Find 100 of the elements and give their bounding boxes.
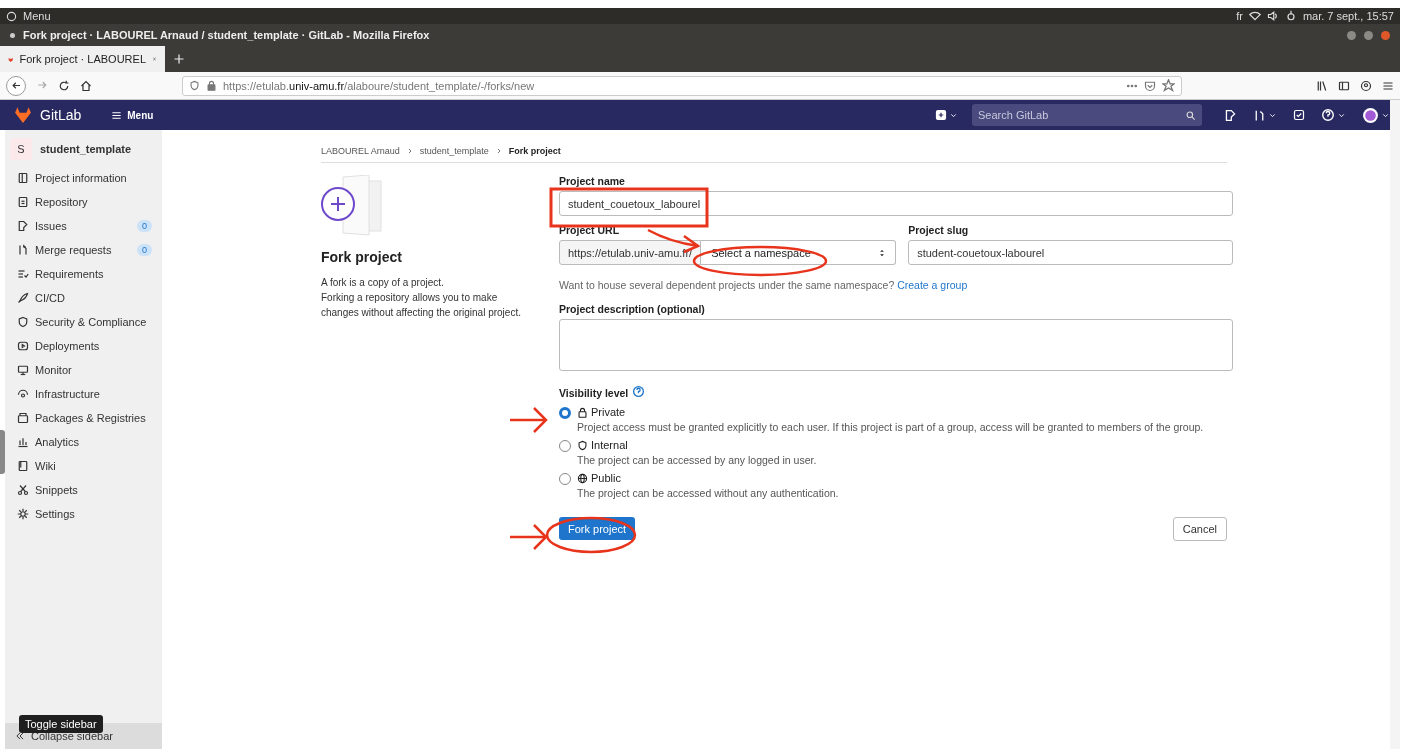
bar-chart-icon <box>17 436 29 448</box>
sidebar-item[interactable]: Issues 0 <box>5 214 162 238</box>
menu-icon <box>111 109 123 121</box>
close-button[interactable] <box>1381 30 1390 40</box>
sidebar-item[interactable]: Deployments <box>5 334 162 358</box>
sidebar-item[interactable]: Infrastructure <box>5 382 162 406</box>
star-icon <box>1162 79 1175 92</box>
description-text: Forking a repository allows you to make changes without affecting the original project. <box>321 291 522 320</box>
sidebar-item[interactable]: Analytics <box>5 430 162 454</box>
address-bar[interactable]: https://etulab.univ-amu.fr/alaboure/student_template/-/forks/new <box>182 75 1182 96</box>
sidebar-item[interactable]: Security & Compliance <box>5 310 162 334</box>
sidebar-item[interactable]: Wiki <box>5 454 162 478</box>
project-avatar[interactable]: S <box>10 138 32 160</box>
back-button[interactable] <box>6 75 26 96</box>
sidebar-icon <box>1338 79 1350 92</box>
new-item-button[interactable] <box>935 109 958 121</box>
breadcrumb-link[interactable]: LABOUREL Arnaud <box>321 146 400 156</box>
create-group-link[interactable]: Create a group <box>897 279 968 291</box>
rocket-icon <box>17 292 29 304</box>
radio-button[interactable] <box>559 440 571 452</box>
window-title: Fork project · LABOUREL Arnaud / student_template · GitLab - Mozilla Firefox <box>23 29 430 41</box>
description-field[interactable] <box>559 319 1233 371</box>
sidebar-item[interactable]: Packages & Registries <box>5 406 162 430</box>
checkbox-icon <box>1293 109 1305 121</box>
shield-icon <box>189 80 200 91</box>
project-slug-field[interactable]: student-couetoux-labourel <box>908 240 1233 265</box>
breadcrumb-link[interactable]: student_template <box>419 146 489 156</box>
resize-handle[interactable] <box>0 430 5 474</box>
merge-request-icon <box>1253 108 1266 122</box>
avatar-icon <box>1362 106 1379 124</box>
user-avatar-button[interactable] <box>1362 106 1390 124</box>
plus-square-icon <box>935 109 947 121</box>
scissors-icon <box>17 484 29 496</box>
field-label: Visibility level <box>559 386 629 399</box>
sidebar-item[interactable]: Project information <box>5 166 162 190</box>
lock-icon <box>206 80 217 91</box>
radio-button[interactable] <box>559 407 571 419</box>
fox-logo-icon <box>14 106 32 124</box>
tab-title: Fork project · LABOUREL <box>19 53 146 65</box>
project-name-field[interactable]: student_couetoux_labourel <box>559 191 1233 216</box>
option-description: The project can be accessed by any logged in user. <box>577 454 817 466</box>
browser-tab[interactable]: Fork project · LABOUREL <box>0 46 165 72</box>
option-description: Project access must be granted explicitly to each user. If this project is part of a group, access will be granted to members of the group. <box>577 421 1204 433</box>
count-badge: 0 <box>137 244 152 256</box>
shield-icon <box>17 316 29 328</box>
globe-icon <box>577 472 588 484</box>
menu-icon <box>1382 79 1394 92</box>
book-icon <box>17 172 29 184</box>
maximize-button[interactable] <box>1364 30 1373 40</box>
plus-icon <box>173 53 185 65</box>
sidebar-item[interactable]: Monitor <box>5 358 162 382</box>
monitor-icon <box>17 364 29 376</box>
keyboard-layout[interactable]: fr <box>1236 10 1243 22</box>
os-menu[interactable]: Menu <box>23 10 51 22</box>
option-label[interactable]: Internal <box>591 439 628 451</box>
sidebar-item[interactable]: CI/CD <box>5 286 162 310</box>
breadcrumb-link[interactable]: Fork project <box>508 146 561 156</box>
settings-icon <box>17 508 29 520</box>
cancel-button[interactable]: Cancel <box>1172 517 1227 541</box>
fork-illustration-drawing <box>321 175 385 237</box>
window-dot-icon <box>10 32 15 38</box>
sidebar-item[interactable]: Repository <box>5 190 162 214</box>
gitlab-brand[interactable]: GitLab <box>40 107 82 123</box>
sidebar-item[interactable]: Merge requests 0 <box>5 238 162 262</box>
project-title[interactable]: student_template <box>40 143 132 155</box>
book-page-icon <box>17 460 29 472</box>
sidebar-item[interactable]: Requirements <box>5 262 162 286</box>
merge-request-icon <box>17 244 29 256</box>
todo-button[interactable] <box>1293 109 1305 121</box>
help-button[interactable] <box>1321 108 1346 122</box>
search-field[interactable]: Search GitLab <box>972 104 1202 126</box>
annotation-arrow <box>510 524 548 550</box>
namespace-dropdown[interactable]: Select a namespace <box>701 240 897 265</box>
annotation-arrow <box>510 407 548 433</box>
count-badge: 0 <box>137 220 152 232</box>
power-gear-icon <box>1284 10 1297 22</box>
option-label[interactable]: Public <box>591 472 621 484</box>
tooltip: Toggle sidebar <box>19 715 103 733</box>
merge-requests-button[interactable] <box>1253 108 1277 122</box>
help-icon <box>1321 108 1335 122</box>
double-chevron-icon <box>15 731 25 741</box>
option-description: The project can be accessed without any authentication. <box>577 487 839 499</box>
menu-button[interactable]: Menu <box>105 108 160 122</box>
sidebar-item[interactable]: Snippets <box>5 478 162 502</box>
minimize-button[interactable] <box>1347 30 1356 40</box>
list-check-icon <box>17 268 29 280</box>
issues-button[interactable] <box>1224 108 1237 122</box>
issues-icon <box>17 220 29 232</box>
document-icon <box>17 196 29 208</box>
account-icon <box>1360 79 1372 92</box>
scrollbar[interactable] <box>1390 100 1400 749</box>
clock[interactable]: mar. 7 sept., 15:57 <box>1302 10 1394 22</box>
package-icon <box>17 412 29 424</box>
radio-button[interactable] <box>559 473 571 485</box>
reload-icon <box>58 79 70 92</box>
sidebar-item[interactable]: Settings <box>5 502 162 526</box>
help-icon <box>632 385 646 398</box>
library-icon <box>1316 79 1328 92</box>
lock-icon <box>577 406 588 418</box>
option-label[interactable]: Private <box>591 406 626 418</box>
